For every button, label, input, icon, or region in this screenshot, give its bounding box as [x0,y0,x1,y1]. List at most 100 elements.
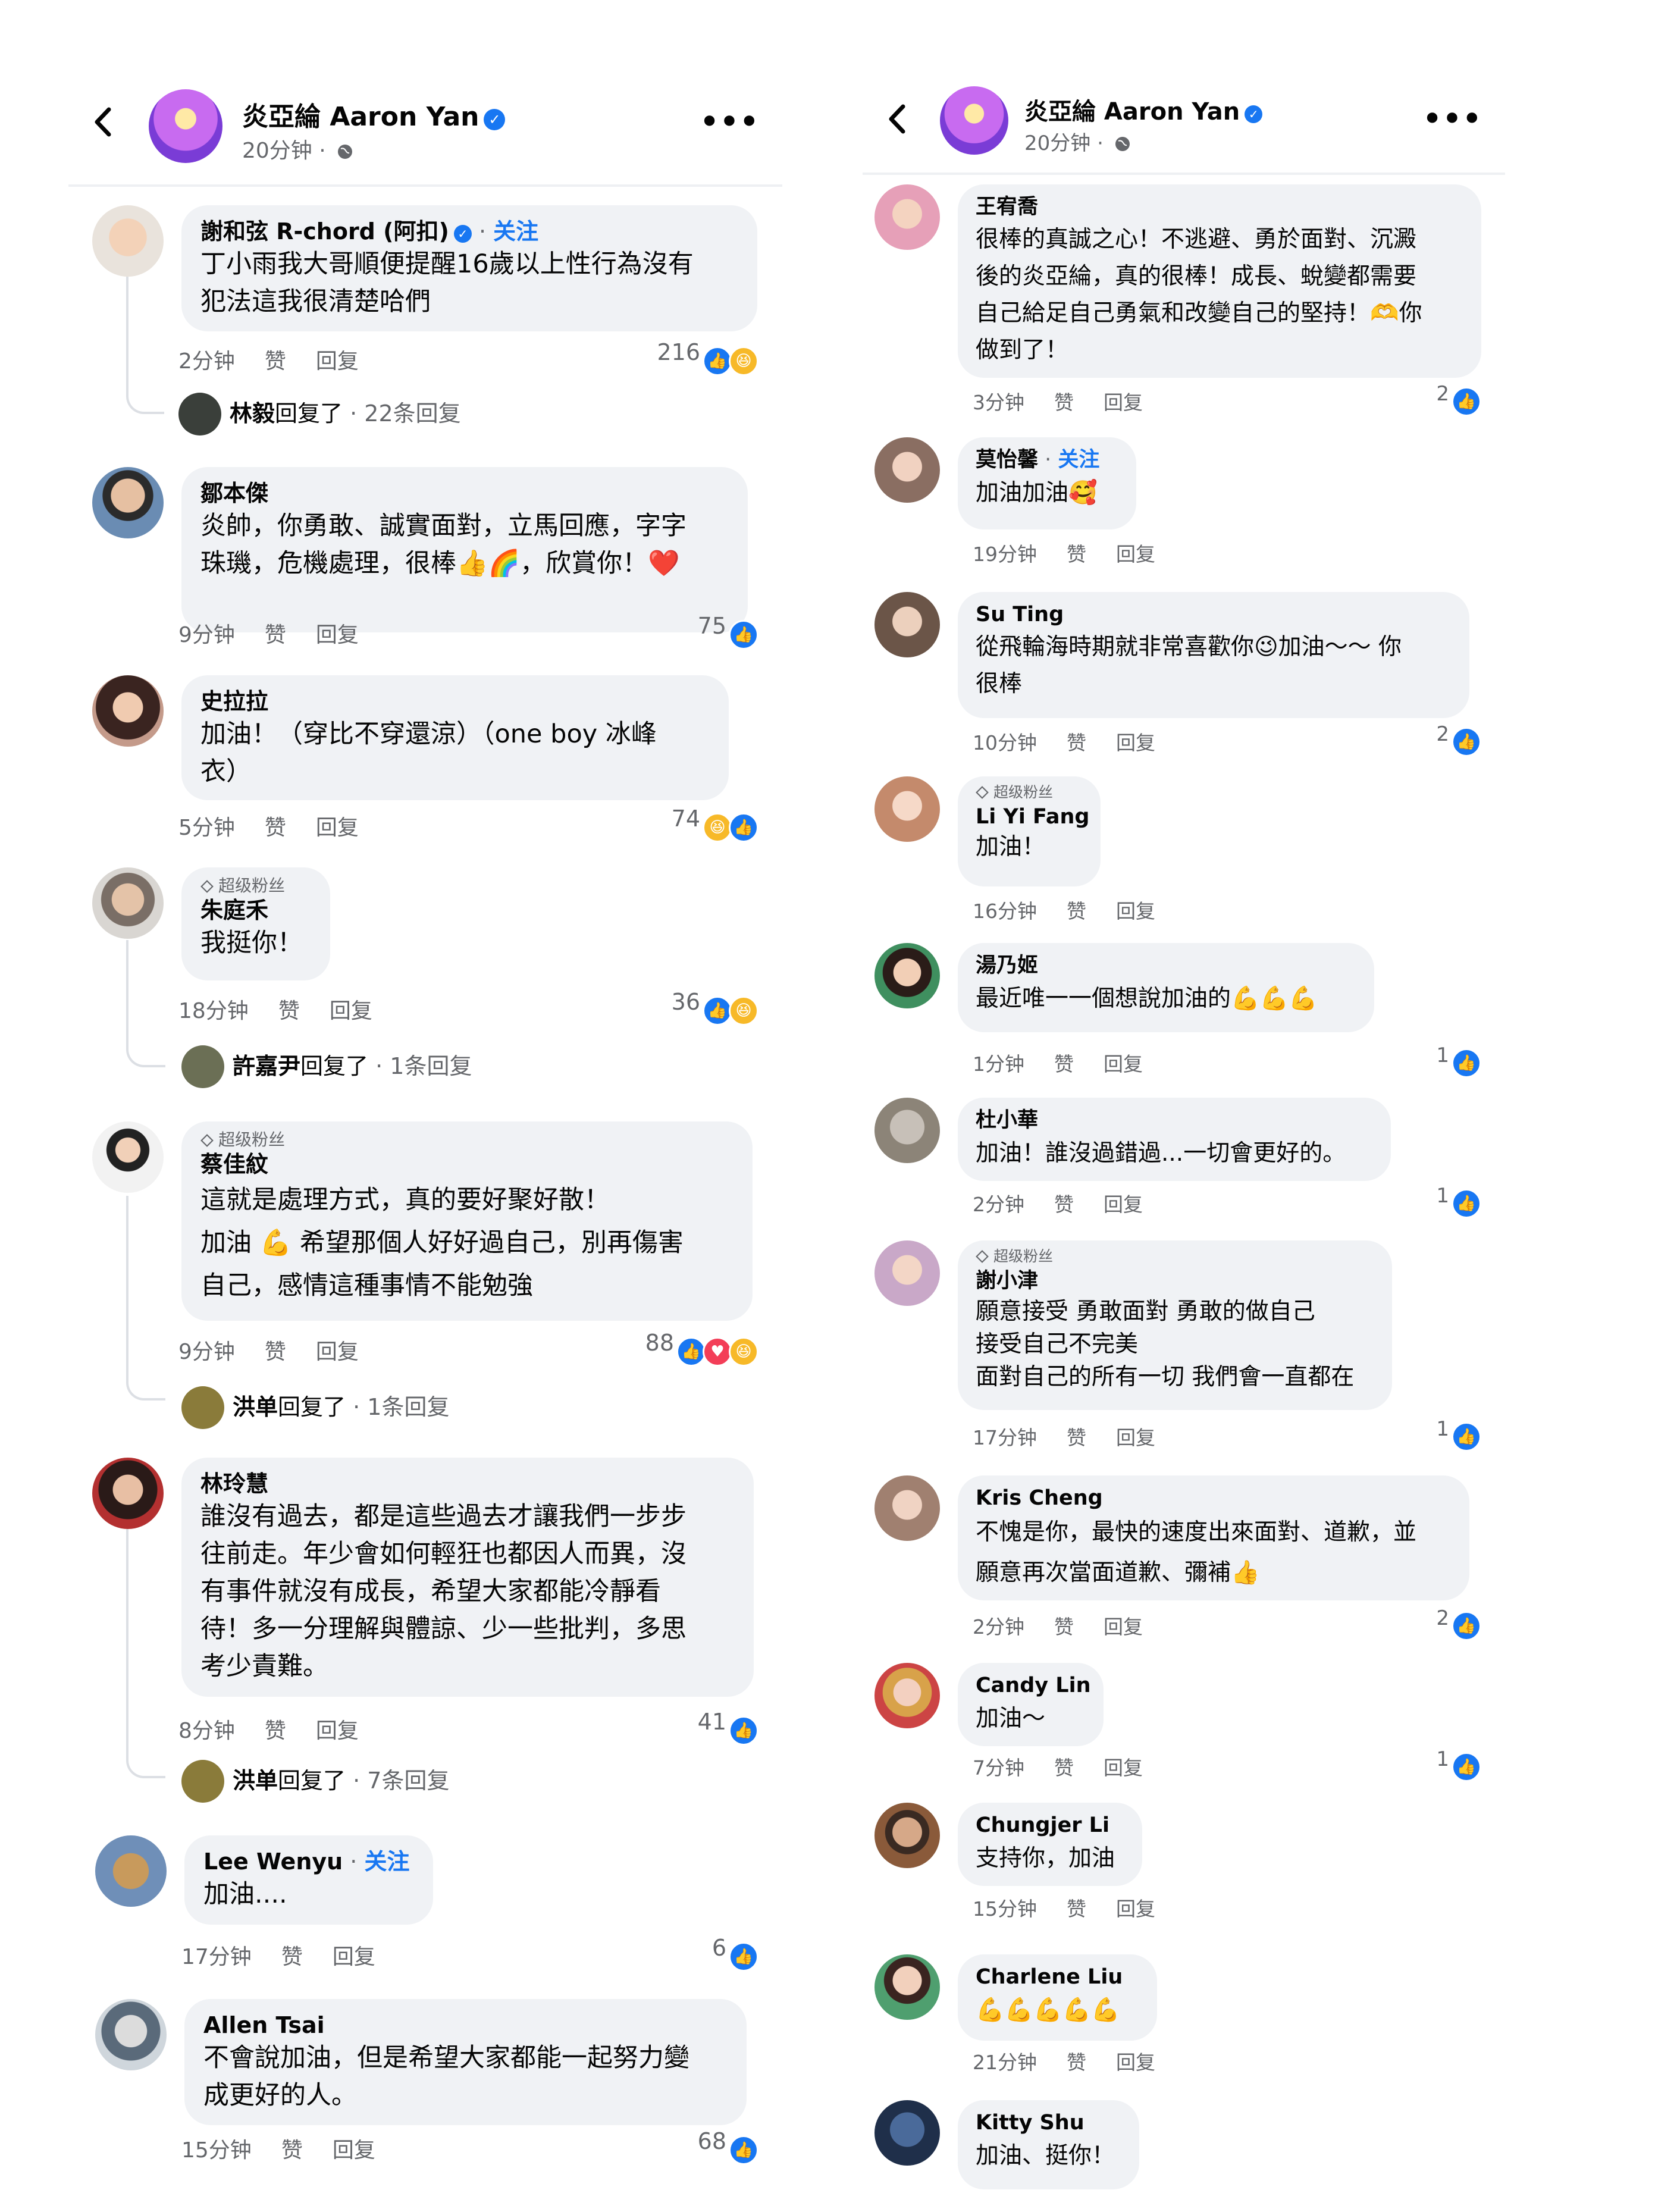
commenter-avatar[interactable] [95,1999,167,2070]
reaction-summary[interactable]: 1 👍 [1436,1184,1481,1218]
back-arrow-icon[interactable] [886,104,907,134]
reply-button[interactable]: 回复 [316,623,359,647]
reaction-summary[interactable]: 6 👍 [712,1935,758,1972]
page-avatar[interactable] [149,89,222,163]
view-replies-link[interactable]: 洪单回复了 · 1条回复 [181,1386,449,1429]
commenter-avatar[interactable] [874,776,940,842]
like-button[interactable]: 赞 [265,623,286,647]
reaction-summary[interactable]: 2 👍 [1436,722,1481,757]
reply-button[interactable]: 回复 [330,999,372,1023]
like-button[interactable]: 赞 [1067,543,1086,566]
commenter-avatar[interactable] [874,2100,940,2166]
commenter-avatar[interactable] [95,1835,167,1907]
comment-author[interactable]: Charlene Liu [976,1963,1139,1991]
reply-button[interactable]: 回复 [316,1719,359,1743]
like-button[interactable]: 赞 [1054,1052,1074,1076]
reply-button[interactable]: 回复 [1116,1426,1155,1449]
like-button[interactable]: 赞 [1054,1193,1074,1216]
like-button[interactable]: 赞 [1067,731,1086,754]
like-button[interactable]: 赞 [265,1719,286,1743]
like-button[interactable]: 赞 [281,1945,303,1969]
view-replies-link[interactable]: 林毅回复了 · 22条回复 [178,393,461,435]
comment-author[interactable]: 謝小津 [976,1267,1374,1295]
commenter-avatar[interactable] [874,1803,940,1868]
view-replies-link[interactable]: 許嘉尹回复了 · 1条回复 [181,1045,472,1088]
page-name[interactable]: 炎亞綸 Aaron Yan ✓ [242,95,506,133]
reaction-summary[interactable]: 1 👍 [1436,1747,1481,1782]
comment-author[interactable]: 湯乃姬 [976,951,1356,980]
commenter-avatar[interactable] [874,184,940,250]
comment-author[interactable]: 莫怡馨 · 关注 [976,446,1118,474]
comment-author[interactable]: 史拉拉 [200,687,710,716]
like-button[interactable]: 赞 [1054,1756,1074,1779]
reaction-summary[interactable]: 74 😆 👍 [672,806,758,842]
reaction-summary[interactable]: 41 👍 [698,1709,758,1746]
comment-author[interactable]: 林玲慧 [200,1470,735,1498]
comment-author[interactable]: 王宥喬 [976,193,1463,221]
commenter-avatar[interactable] [92,205,164,277]
comment-author[interactable]: Kris Cheng [976,1484,1452,1512]
reaction-summary[interactable]: 2 👍 [1436,382,1481,416]
reply-button[interactable]: 回复 [1104,1193,1143,1216]
reply-button[interactable]: 回复 [1116,900,1155,923]
reply-button[interactable]: 回复 [316,816,359,840]
commenter-avatar[interactable] [92,467,164,538]
reaction-summary[interactable]: 88 👍 ♥ 😆 [645,1330,758,1367]
reply-button[interactable]: 回复 [1104,391,1143,414]
commenter-avatar[interactable] [874,592,940,657]
commenter-avatar[interactable] [874,1954,940,2020]
reply-button[interactable]: 回复 [1104,1052,1143,1076]
commenter-avatar[interactable] [92,675,164,747]
comment-author[interactable]: 鄒本傑 [200,479,729,507]
comment-author[interactable]: 朱庭禾 [200,896,311,925]
like-button[interactable]: 赞 [1054,391,1074,414]
follow-link[interactable]: 关注 [1058,448,1099,472]
comment-author[interactable]: Kitty Shu [976,2108,1121,2137]
like-button[interactable]: 赞 [278,999,300,1023]
page-name[interactable]: 炎亞綸 Aaron Yan ✓ [1024,92,1263,127]
like-button[interactable]: 赞 [1054,1615,1074,1638]
commenter-avatar[interactable] [92,1121,164,1193]
view-replies-link[interactable]: 洪单回复了 · 7条回复 [181,1760,449,1803]
commenter-avatar[interactable] [92,1458,164,1529]
comment-author[interactable]: Chungjer Li [976,1811,1124,1840]
reply-button[interactable]: 回复 [1116,1897,1155,1920]
reaction-summary[interactable]: 2 👍 [1436,1606,1481,1641]
reply-button[interactable]: 回复 [333,1945,375,1969]
comment-author[interactable]: 杜小華 [976,1106,1373,1135]
reaction-summary[interactable]: 216 👍 😆 [657,339,758,376]
back-arrow-icon[interactable] [92,107,112,137]
reaction-summary[interactable]: 75 👍 [698,613,758,650]
commenter-avatar[interactable] [874,1240,940,1306]
comment-author[interactable]: Candy Lin [976,1671,1091,1700]
reply-button[interactable]: 回复 [1116,731,1155,754]
reply-button[interactable]: 回复 [1104,1756,1143,1779]
comment-author[interactable]: Su Ting [976,600,1452,629]
commenter-avatar[interactable] [92,867,164,939]
reply-button[interactable]: 回复 [1116,2051,1155,2074]
reaction-summary[interactable]: 36 👍 😆 [672,989,758,1026]
like-button[interactable]: 赞 [1067,900,1086,923]
reaction-summary[interactable]: 68 👍 [698,2128,758,2165]
follow-link[interactable]: 关注 [364,1848,409,1875]
reply-button[interactable]: 回复 [316,349,359,374]
comment-author[interactable]: 謝和弦 R-chord (阿扣) ✓ · 关注 [200,217,738,246]
comment-author[interactable]: Lee Wenyu · 关注 [203,1847,414,1876]
reply-button[interactable]: 回复 [333,2138,375,2163]
commenter-avatar[interactable] [874,1475,940,1541]
like-button[interactable]: 赞 [281,2138,303,2163]
like-button[interactable]: 赞 [265,1340,286,1364]
more-options-icon[interactable]: ••• [1422,101,1482,137]
comment-author[interactable]: 蔡佳紋 [200,1150,734,1179]
more-options-icon[interactable]: ••• [699,104,760,140]
like-button[interactable]: 赞 [1067,1897,1086,1920]
commenter-avatar[interactable] [874,943,940,1008]
like-button[interactable]: 赞 [265,816,286,840]
page-avatar[interactable] [940,86,1008,155]
reply-button[interactable]: 回复 [1116,543,1155,566]
commenter-avatar[interactable] [874,437,940,503]
commenter-avatar[interactable] [874,1098,940,1163]
like-button[interactable]: 赞 [1067,1426,1086,1449]
follow-link[interactable]: 关注 [493,218,538,245]
reply-button[interactable]: 回复 [316,1340,359,1364]
